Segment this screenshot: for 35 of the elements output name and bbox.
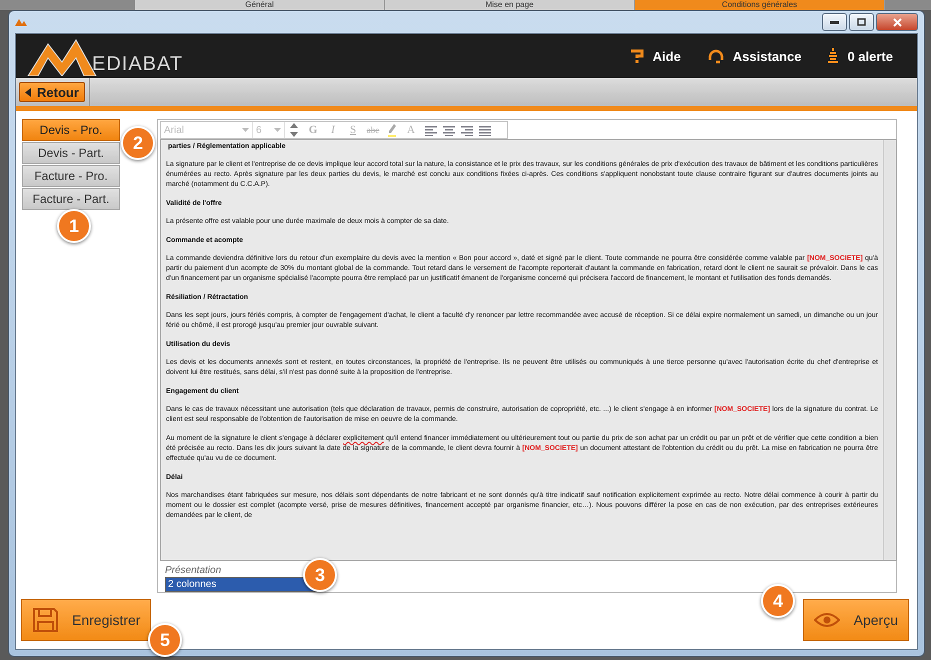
app-icon bbox=[15, 18, 27, 26]
logo-text: EDIABAT bbox=[92, 53, 184, 76]
floppy-icon bbox=[32, 607, 58, 633]
sidebar-tab[interactable]: Devis - Pro. bbox=[22, 119, 120, 141]
header-link[interactable]: Assistance bbox=[706, 47, 802, 65]
background-tab[interactable]: Général bbox=[135, 0, 385, 10]
help-icon bbox=[628, 48, 645, 64]
sidebar-tab[interactable]: Facture - Pro. bbox=[22, 165, 120, 187]
link-label: 0 alerte bbox=[847, 48, 893, 64]
header-link[interactable]: Aide bbox=[628, 47, 681, 65]
background-tab[interactable]: Conditions générales bbox=[635, 0, 885, 10]
back-button[interactable]: Retour bbox=[19, 82, 85, 102]
sidebar-tab[interactable]: Facture - Part. bbox=[22, 188, 120, 210]
background-tab[interactable]: Mise en page bbox=[385, 0, 635, 10]
link-label: Aide bbox=[652, 48, 681, 64]
headset-icon bbox=[706, 47, 725, 65]
maximize-icon bbox=[857, 18, 866, 26]
presentation-select[interactable]: 2 colonnes bbox=[165, 577, 317, 592]
preview-button[interactable]: Aperçu bbox=[802, 599, 909, 641]
caret-icon bbox=[242, 128, 249, 132]
sidebar-tab[interactable]: Devis - Part. bbox=[22, 142, 120, 164]
close-button[interactable] bbox=[876, 13, 918, 31]
minimize-icon bbox=[830, 20, 839, 24]
bell-icon bbox=[827, 47, 840, 65]
close-icon bbox=[892, 18, 902, 26]
link-label: Assistance bbox=[732, 48, 802, 64]
caret-icon bbox=[274, 128, 281, 132]
header-link[interactable]: 0 alerte bbox=[827, 47, 893, 65]
presentation-label: Présentation bbox=[165, 565, 222, 576]
maximize-button[interactable] bbox=[849, 13, 874, 31]
minimize-button[interactable] bbox=[822, 13, 847, 31]
eye-icon bbox=[814, 612, 840, 628]
save-button[interactable]: Enregistrer bbox=[21, 599, 152, 641]
left-triangle-icon bbox=[25, 88, 31, 96]
scrollbar[interactable] bbox=[883, 140, 896, 560]
